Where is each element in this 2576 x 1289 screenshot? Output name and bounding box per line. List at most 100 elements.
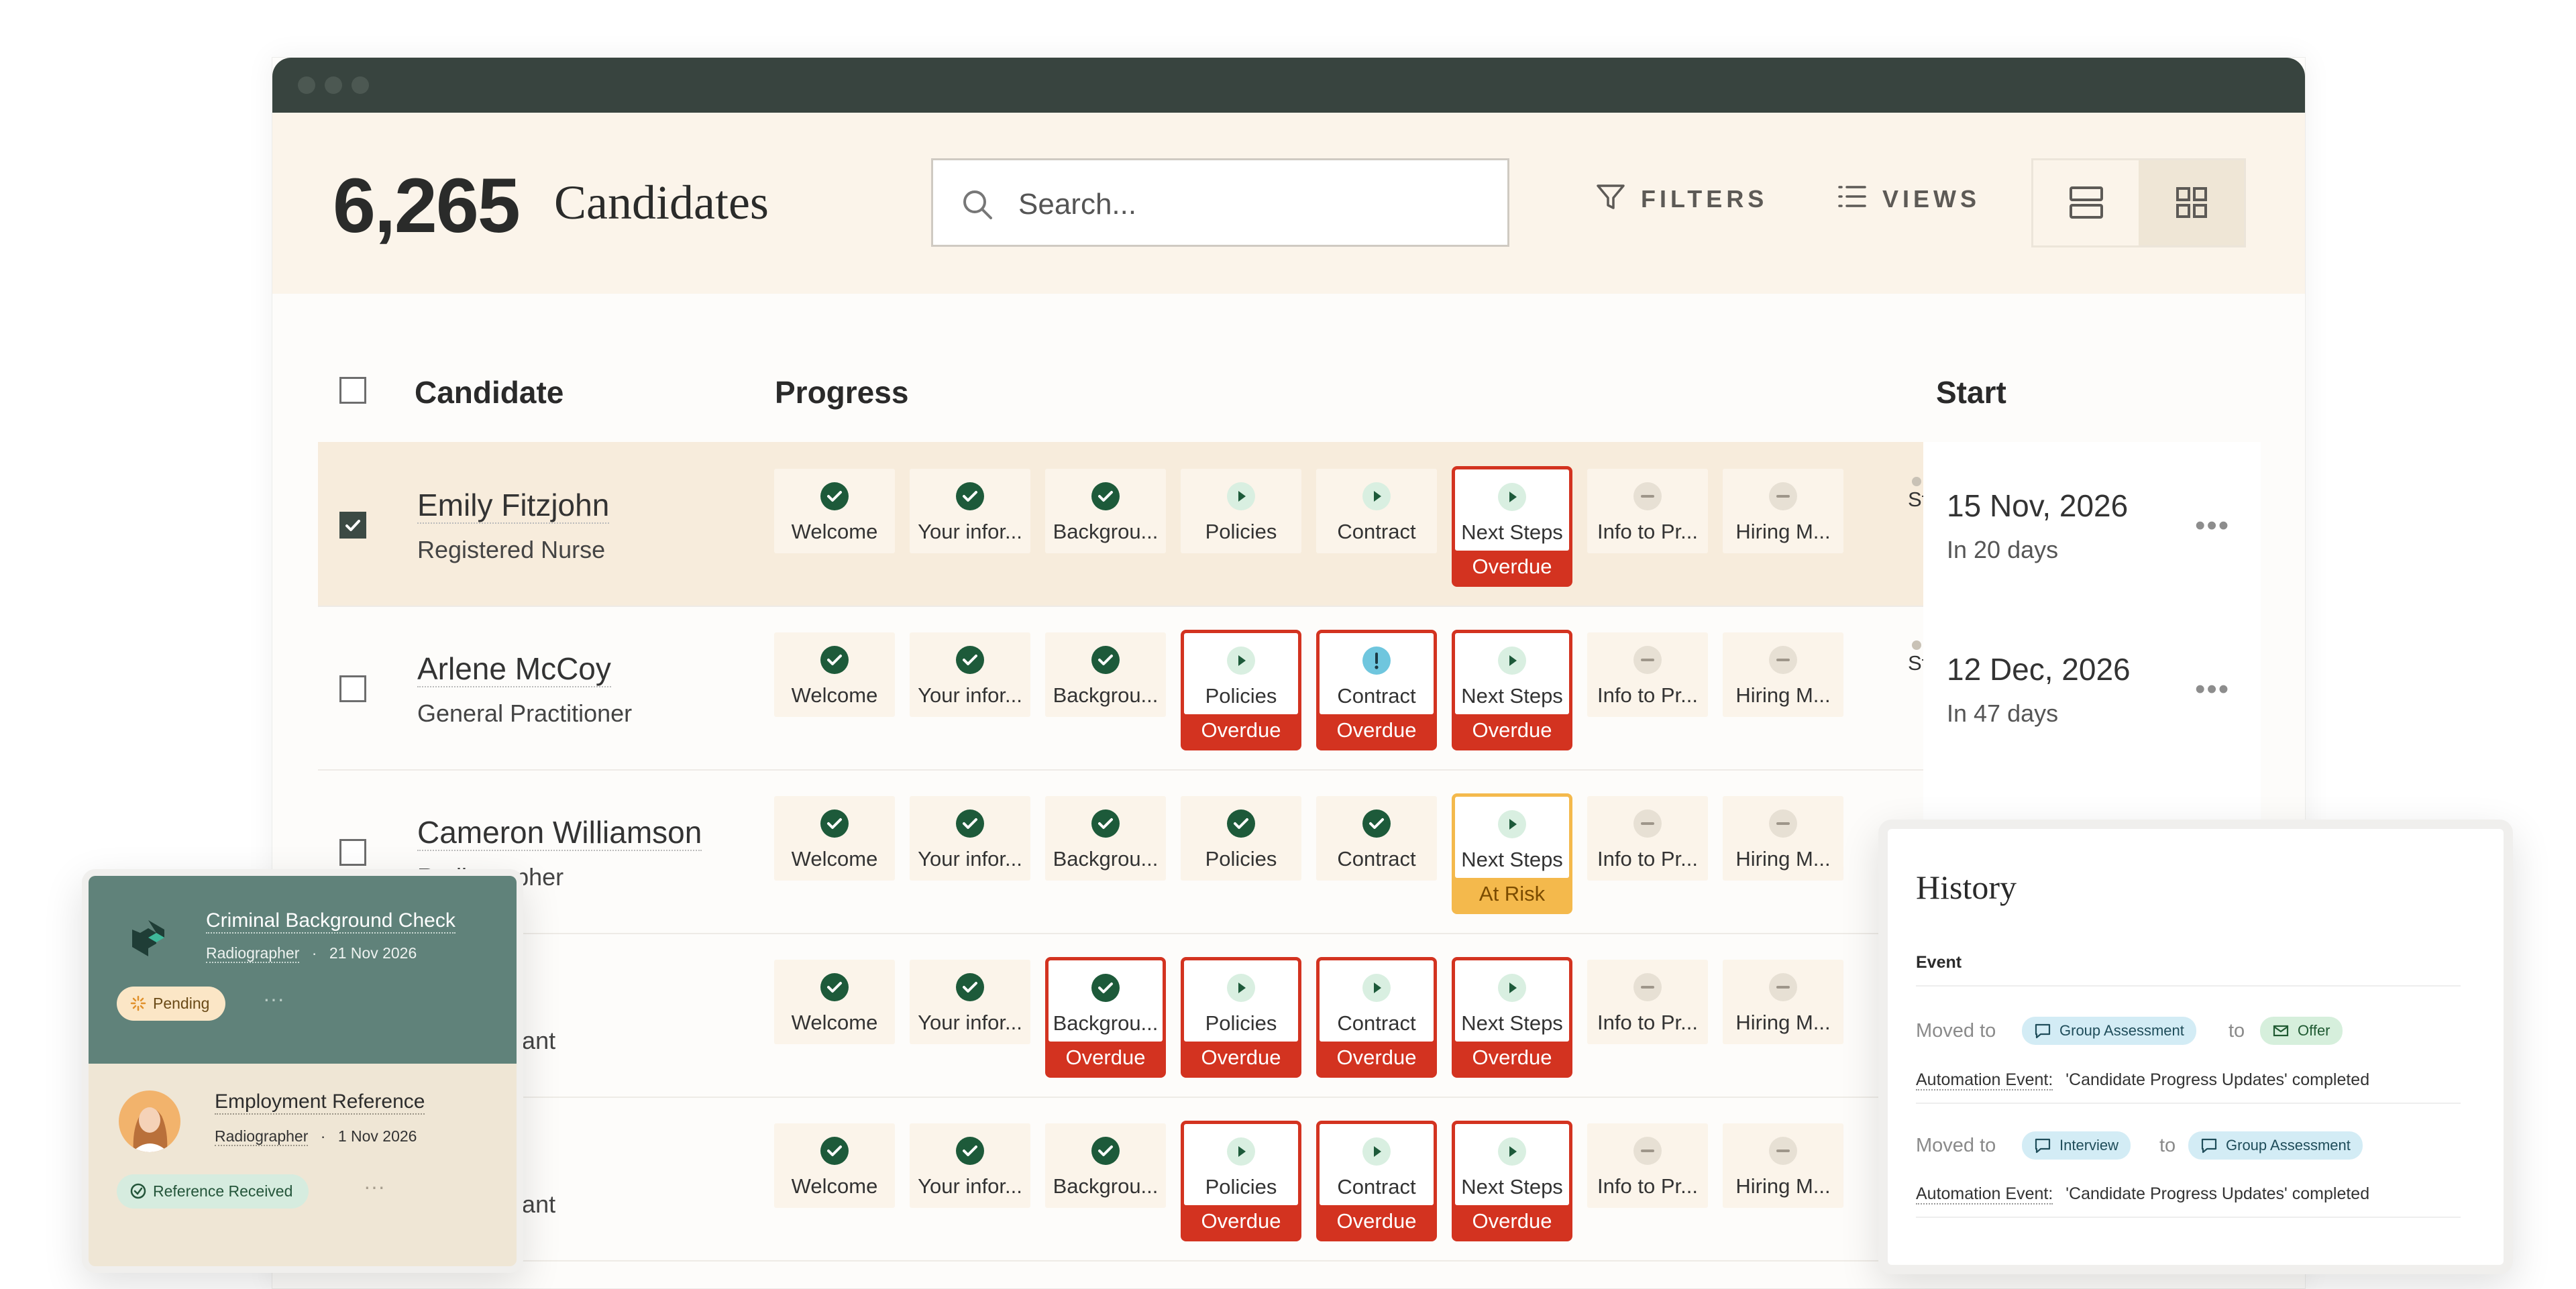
progress-step[interactable]: Info to Pr... <box>1587 960 1708 1044</box>
filters-button[interactable]: FILTERS <box>1597 184 1768 213</box>
document-item-criminal-check[interactable]: Criminal Background Check Radiographer ·… <box>89 876 517 1064</box>
progress-step-label: Hiring M... <box>1735 1011 1831 1034</box>
window-dot-maximize[interactable] <box>352 76 369 94</box>
column-header-progress[interactable]: Progress <box>775 374 908 410</box>
progress-step[interactable]: Next Steps Overdue <box>1452 957 1572 1078</box>
progress-step-label: Hiring M... <box>1735 1174 1831 1198</box>
progress-step-label: Info to Pr... <box>1597 520 1698 543</box>
table-row[interactable]: Emily Fitzjohn Registered Nurse Welcome Y… <box>318 442 2261 607</box>
dash-icon <box>1912 640 1921 650</box>
progress-step[interactable]: Your infor... <box>910 960 1030 1044</box>
progress-step[interactable]: Next Steps At Risk <box>1452 793 1572 914</box>
progress-step[interactable]: Welcome <box>774 960 895 1044</box>
progress-step-label: Contract <box>1337 1011 1416 1035</box>
progress-step[interactable]: Next Steps Overdue <box>1452 1121 1572 1241</box>
progress-step[interactable]: Backgrou... <box>1045 1123 1166 1208</box>
column-header-start[interactable]: Start <box>1936 374 2006 410</box>
progress-step[interactable]: Policies Overdue <box>1181 1121 1301 1241</box>
progress-step-label: Contract <box>1337 520 1416 543</box>
row-checkbox[interactable] <box>339 512 366 539</box>
progress-step[interactable]: Policies Overdue <box>1181 630 1301 750</box>
progress-step[interactable]: Contract <box>1316 796 1437 881</box>
search-box[interactable] <box>931 158 1509 247</box>
progress-step-body: Backgrou... <box>1049 960 1163 1042</box>
row-checkbox[interactable] <box>339 675 366 702</box>
play-icon <box>1362 482 1391 510</box>
progress-step-body: Hiring M... <box>1723 632 1843 717</box>
progress-step[interactable]: Hiring M... <box>1723 960 1843 1044</box>
grid-view-icon <box>2176 187 2207 218</box>
stage-tag[interactable]: Interview <box>2022 1131 2131 1160</box>
progress-step-status: Overdue <box>1201 1209 1281 1233</box>
candidate-name[interactable]: Arlene McCoy <box>417 651 611 687</box>
stage-tag[interactable]: Group Assessment <box>2022 1017 2196 1045</box>
window-dot-minimize[interactable] <box>325 76 342 94</box>
stage-tag[interactable]: Offer <box>2260 1017 2343 1045</box>
check-icon <box>820 973 849 1001</box>
candidate-name[interactable]: Emily Fitzjohn <box>417 488 610 524</box>
progress-step[interactable]: Info to Pr... <box>1587 1123 1708 1208</box>
divider <box>1916 1217 2461 1218</box>
dash-icon <box>1769 1137 1797 1165</box>
automation-event-label[interactable]: Automation Event: <box>1916 1184 2053 1204</box>
progress-step[interactable]: Backgrou... <box>1045 632 1166 717</box>
progress-step[interactable]: Hiring M... <box>1723 1123 1843 1208</box>
ellipsis-icon[interactable]: ··· <box>364 1174 385 1199</box>
progress-step[interactable]: Your infor... <box>910 1123 1030 1208</box>
window-dot-close[interactable] <box>298 76 315 94</box>
ellipsis-icon[interactable]: ••• <box>2195 673 2230 706</box>
ellipsis-icon[interactable]: ••• <box>2195 509 2230 543</box>
progress-step[interactable]: Welcome <box>774 632 895 717</box>
message-icon <box>2035 1023 2051 1039</box>
views-button[interactable]: VIEWS <box>1838 185 1980 213</box>
progress-step[interactable]: Policies <box>1181 796 1301 881</box>
progress-step-label: Welcome <box>791 520 878 543</box>
progress-step[interactable]: Next Steps Overdue <box>1452 630 1572 750</box>
document-title[interactable]: Criminal Background Check <box>206 909 455 934</box>
progress-step[interactable]: Welcome <box>774 469 895 553</box>
progress-step[interactable]: Policies Overdue <box>1181 957 1301 1078</box>
progress-step[interactable]: Contract Overdue <box>1316 630 1437 750</box>
progress-step[interactable]: Backgrou... <box>1045 469 1166 553</box>
status-text: Reference Received <box>153 1182 293 1200</box>
document-date: 1 Nov 2026 <box>337 1127 417 1145</box>
document-title[interactable]: Employment Reference <box>215 1090 425 1115</box>
select-all-checkbox[interactable] <box>339 377 366 404</box>
progress-step[interactable]: Contract Overdue <box>1316 1121 1437 1241</box>
progress-step[interactable]: Contract Overdue <box>1316 957 1437 1078</box>
check-icon <box>820 809 849 838</box>
rows-view-button[interactable] <box>2033 160 2139 245</box>
progress-step[interactable]: Hiring M... <box>1723 632 1843 717</box>
progress-step[interactable]: Your infor... <box>910 796 1030 881</box>
progress-step[interactable]: Info to Pr... <box>1587 796 1708 881</box>
grid-view-button[interactable] <box>2139 160 2244 245</box>
stage-tag[interactable]: Group Assessment <box>2188 1131 2363 1160</box>
search-input[interactable] <box>1017 180 1489 229</box>
progress-step[interactable]: Your infor... <box>910 469 1030 553</box>
automation-event-label[interactable]: Automation Event: <box>1916 1070 2053 1090</box>
progress-step[interactable]: Welcome <box>774 1123 895 1208</box>
candidate-name[interactable]: Cameron Williamson <box>417 815 702 851</box>
progress-step[interactable]: Info to Pr... <box>1587 632 1708 717</box>
column-header-candidate[interactable]: Candidate <box>415 374 564 410</box>
progress-step-body: Your infor... <box>910 1123 1030 1208</box>
table-row[interactable]: Arlene McCoy General Practitioner Welcome… <box>318 606 2261 771</box>
stage-tag-label: Group Assessment <box>2059 1022 2184 1039</box>
progress-step[interactable]: Hiring M... <box>1723 469 1843 553</box>
progress-step[interactable]: Welcome <box>774 796 895 881</box>
progress-step[interactable]: Info to Pr... <box>1587 469 1708 553</box>
ellipsis-icon[interactable]: ··· <box>263 987 284 1011</box>
check-icon <box>1091 646 1120 674</box>
row-checkbox[interactable] <box>339 839 366 866</box>
progress-step-body: Next Steps <box>1455 960 1569 1042</box>
dash-icon <box>1769 973 1797 1001</box>
check-icon <box>956 646 984 674</box>
progress-step[interactable]: Backgrou... Overdue <box>1045 957 1166 1078</box>
progress-step[interactable]: Hiring M... <box>1723 796 1843 881</box>
progress-step[interactable]: Your infor... <box>910 632 1030 717</box>
progress-step[interactable]: Policies <box>1181 469 1301 553</box>
progress-step[interactable]: Next Steps Overdue <box>1452 466 1572 587</box>
progress-step[interactable]: Contract <box>1316 469 1437 553</box>
document-meta: Radiographer · 1 Nov 2026 <box>215 1127 417 1146</box>
progress-step[interactable]: Backgrou... <box>1045 796 1166 881</box>
